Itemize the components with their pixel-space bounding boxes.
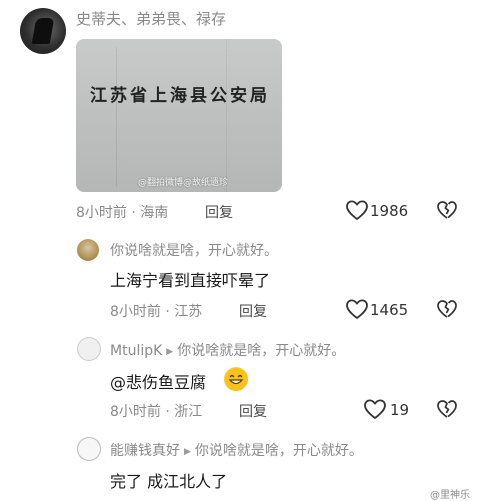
broken-heart-icon[interactable] — [436, 199, 458, 221]
triangle-right-icon: ▶ — [166, 347, 174, 357]
reply-avatar[interactable] — [77, 337, 101, 361]
reply-location: 浙江 — [174, 404, 203, 420]
footer-watermark: @里神乐 — [430, 490, 470, 501]
quoted-text: 你说啥就是啥，开心就好。 — [194, 443, 363, 459]
reply-quote: 能赚钱真好 ▶ 你说啥就是啥，开心就好。 — [110, 440, 363, 460]
like-count: 19 — [390, 401, 410, 419]
broken-heart-icon[interactable] — [436, 398, 458, 420]
separator: · — [165, 404, 170, 420]
reply-quote: MtulipK ▶ 你说啥就是啥，开心就好。 — [110, 340, 345, 360]
reply-avatar[interactable] — [77, 239, 99, 261]
reply-button[interactable]: 回复 — [239, 301, 267, 321]
separator: · — [165, 304, 170, 320]
like-count: 1465 — [370, 301, 409, 319]
reply-text: 完了 成江北人了 — [110, 472, 228, 491]
triangle-right-icon: ▶ — [184, 447, 191, 457]
comment-location: 海南 — [140, 205, 169, 221]
heart-outline-icon[interactable] — [363, 398, 387, 420]
reply-time: 8小时前 — [110, 404, 161, 420]
reply-username[interactable]: MtulipK — [110, 343, 162, 359]
comment-photo[interactable]: 江苏省上海县公安局 @翻拍微博@故纸遗珍 — [76, 39, 282, 192]
reply-location: 江苏 — [174, 304, 203, 320]
reply-time: 8小时前 — [110, 304, 161, 320]
avatar[interactable] — [20, 8, 66, 54]
reply-button[interactable]: 回复 — [239, 401, 267, 421]
reply-meta: 8小时前 · 浙江 — [110, 401, 202, 421]
comment-meta: 8小时前 · 海南 — [76, 202, 168, 222]
heart-outline-icon[interactable] — [345, 199, 369, 221]
photo-sign-text: 江苏省上海县公安局 — [90, 86, 270, 106]
reply-meta: 8小时前 · 江苏 — [110, 301, 202, 321]
photo-watermark: @翻拍微博@故纸遗珍 — [138, 178, 229, 188]
quoted-text: 你说啥就是啥，开心就好。 — [110, 243, 278, 259]
heart-outline-icon[interactable] — [345, 298, 369, 320]
comment-time: 8小时前 — [76, 205, 127, 221]
reply-quote: 你说啥就是啥，开心就好。 — [110, 240, 278, 260]
like-count: 1986 — [370, 202, 409, 220]
reply-button[interactable]: 回复 — [205, 202, 233, 222]
reply-text: @悲伤鱼豆腐 — [110, 373, 207, 392]
separator: · — [131, 205, 136, 221]
reply-text: 上海宁看到直接吓晕了 — [110, 271, 271, 290]
comment-username[interactable]: 史蒂夫、弟弟畏、禄存 — [76, 8, 226, 29]
reply-avatar[interactable] — [77, 437, 101, 461]
grinning-face-emoji — [224, 367, 248, 391]
quoted-text: 你说啥就是啥，开心就好。 — [177, 343, 346, 359]
broken-heart-icon[interactable] — [436, 298, 458, 320]
reply-username[interactable]: 能赚钱真好 — [110, 443, 180, 459]
